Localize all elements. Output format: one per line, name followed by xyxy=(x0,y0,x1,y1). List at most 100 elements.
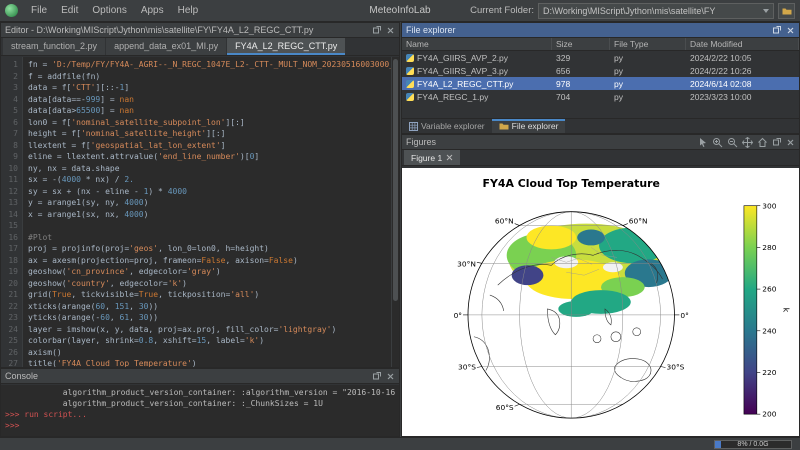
code-line[interactable]: title('FY4A Cloud Top Temperature') xyxy=(28,358,391,367)
editor-tab[interactable]: FY4A_L2_REGC_CTT.py xyxy=(227,38,345,55)
pan-icon[interactable] xyxy=(742,137,753,148)
column-header-name[interactable]: Name xyxy=(402,38,552,50)
code-line[interactable]: y = arange1(sy, ny, 4000) xyxy=(28,197,391,209)
menu-help[interactable]: Help xyxy=(171,5,206,16)
code-line[interactable]: eline = llextent.attrvalue('end_line_num… xyxy=(28,151,391,163)
colorbar-label: k xyxy=(782,308,791,313)
code-line[interactable]: ax = axesm(projection=proj, frameon=Fals… xyxy=(28,255,391,267)
float-icon[interactable] xyxy=(372,25,382,35)
current-folder-label: Current Folder: xyxy=(470,5,534,16)
code-line[interactable]: geoshow('country', edgecolor='k') xyxy=(28,278,391,290)
editor-scrollbar[interactable] xyxy=(391,57,399,367)
code-line[interactable]: x = arange1(sx, nx, 4000) xyxy=(28,209,391,221)
close-icon[interactable] xyxy=(386,372,395,381)
app-logo-icon xyxy=(5,4,18,17)
tab-file-explorer[interactable]: File explorer xyxy=(492,119,566,133)
console-output[interactable]: algorithm_product_version_container: :al… xyxy=(1,385,399,436)
column-header-size[interactable]: Size xyxy=(552,38,610,50)
code-line[interactable]: yticks(arange(-60, 61, 30)) xyxy=(28,312,391,324)
code-line[interactable]: geoshow('cn_province', edgecolor='gray') xyxy=(28,266,391,278)
statusbar: 8% / 0.0G xyxy=(0,437,800,450)
colorbar-tick-label: 280 xyxy=(762,243,776,252)
folder-icon xyxy=(782,7,792,15)
float-icon[interactable] xyxy=(372,371,382,381)
tab-variable-explorer[interactable]: Variable explorer xyxy=(402,119,492,133)
close-icon[interactable] xyxy=(386,26,395,35)
code-line[interactable]: grid(True, tickvisible=True, tickpositio… xyxy=(28,289,391,301)
code-line[interactable]: llextent = f['geospatial_lat_lon_extent'… xyxy=(28,140,391,152)
file-date-modified: 2024/6/14 02:08 xyxy=(686,79,799,89)
close-icon[interactable] xyxy=(786,26,795,35)
code-line[interactable]: f = addfile(fn) xyxy=(28,71,391,83)
figures-panel-header: Figures xyxy=(402,135,799,150)
line-numbers: 1234567891011121314151617181920212223242… xyxy=(1,57,23,367)
code-line[interactable] xyxy=(28,220,391,232)
editor-tab[interactable]: stream_function_2.py xyxy=(3,38,105,55)
code-line[interactable]: lon0 = f['nominal_satellite_subpoint_lon… xyxy=(28,117,391,129)
code-line[interactable]: ny, nx = data.shape xyxy=(28,163,391,175)
zoom-out-icon[interactable] xyxy=(727,137,738,148)
colorbar-tick-label: 300 xyxy=(762,201,776,210)
float-icon[interactable] xyxy=(772,25,782,35)
column-header-file-type[interactable]: File Type xyxy=(610,38,686,50)
code-content[interactable]: fn = 'D:/Temp/FY/FY4A-_AGRI--_N_REGC_104… xyxy=(23,57,391,367)
table-icon xyxy=(409,122,418,131)
file-row[interactable]: FY4A_GIIRS_AVP_3.py656py2024/2/22 10:26 xyxy=(402,64,799,77)
code-line[interactable]: sy = sx + (nx - eline - 1) * 4000 xyxy=(28,186,391,198)
colorbar-tick-label: 240 xyxy=(762,326,776,335)
console-panel: Console algorithm_product_version_contai… xyxy=(0,368,400,437)
graticule-label: 30°S xyxy=(667,362,685,371)
code-line[interactable]: fn = 'D:/Temp/FY/FY4A-_AGRI--_N_REGC_104… xyxy=(28,59,391,71)
plot-title: FY4A Cloud Top Temperature xyxy=(483,177,660,190)
figure-canvas[interactable]: FY4A Cloud Top Temperature xyxy=(402,168,799,436)
file-date-modified: 2024/2/22 10:26 xyxy=(686,66,799,76)
file-row[interactable]: FY4A_REGC_1.py704py2023/3/23 10:00 xyxy=(402,90,799,103)
browse-folder-button[interactable] xyxy=(778,3,795,19)
file-explorer-header: File explorer xyxy=(402,23,799,38)
code-line[interactable]: height = f['nominal_satellite_height'][:… xyxy=(28,128,391,140)
console-panel-title: Console xyxy=(5,371,372,381)
file-type: py xyxy=(610,66,686,76)
figures-panel: Figures Figure 1 FY4A Cloud Top Temperat… xyxy=(401,134,800,437)
column-header-date-modified[interactable]: Date Modified xyxy=(686,38,799,50)
code-line[interactable]: axism() xyxy=(28,347,391,359)
code-line[interactable]: layer = imshow(x, y, data, proj=ax.proj,… xyxy=(28,324,391,336)
code-line[interactable]: sx = -(4000 * nx) / 2. xyxy=(28,174,391,186)
code-editor[interactable]: 1234567891011121314151617181920212223242… xyxy=(1,57,399,367)
code-line[interactable]: xticks(arange(60, 151, 30)) xyxy=(28,301,391,313)
code-line[interactable]: data = f['CTT'][::-1] xyxy=(28,82,391,94)
code-line[interactable]: data[data>65500] = nan xyxy=(28,105,391,117)
file-type: py xyxy=(610,92,686,102)
file-row[interactable]: FY4A_GIIRS_AVP_2.py329py2024/2/22 10:05 xyxy=(402,51,799,64)
editor-tab[interactable]: append_data_ex01_MI.py xyxy=(106,38,226,55)
file-size: 978 xyxy=(552,79,610,89)
figures-panel-title: Figures xyxy=(406,137,698,147)
tab-figure-1[interactable]: Figure 1 xyxy=(404,150,460,165)
file-table-header: NameSizeFile TypeDate Modified xyxy=(402,38,799,51)
scrollbar-thumb[interactable] xyxy=(393,59,398,301)
pointer-icon[interactable] xyxy=(698,137,708,147)
code-line[interactable]: proj = projinfo(proj='geos', lon_0=lon0,… xyxy=(28,243,391,255)
console-line: algorithm_product_version_container: :al… xyxy=(5,387,399,398)
graticule-label: 0° xyxy=(454,311,463,320)
graticule-label: 60°N xyxy=(629,217,648,226)
close-icon[interactable] xyxy=(786,138,795,147)
float-icon[interactable] xyxy=(772,137,782,147)
chevron-down-icon[interactable] xyxy=(763,9,769,13)
zoom-in-icon[interactable] xyxy=(712,137,723,148)
home-icon[interactable] xyxy=(757,137,768,148)
menu-apps[interactable]: Apps xyxy=(134,5,171,16)
colorbar-tick-label: 260 xyxy=(762,285,776,294)
menu-options[interactable]: Options xyxy=(85,5,133,16)
current-folder-combobox[interactable]: D:\Working\MIScript\Jython\mis\satellite… xyxy=(538,3,774,19)
console-line: >>> run script... xyxy=(5,409,399,420)
close-icon[interactable] xyxy=(446,154,453,161)
code-line[interactable]: data[data==-999] = nan xyxy=(28,94,391,106)
code-line[interactable]: colorbar(layer, shrink=0.8, xshift=15, l… xyxy=(28,335,391,347)
code-line[interactable]: #Plot xyxy=(28,232,391,244)
file-row[interactable]: FY4A_L2_REGC_CTT.py978py2024/6/14 02:08 xyxy=(402,77,799,90)
menu-edit[interactable]: Edit xyxy=(54,5,85,16)
menu-file[interactable]: File xyxy=(24,5,54,16)
graticule-label: 30°S xyxy=(458,362,476,371)
file-size: 656 xyxy=(552,66,610,76)
